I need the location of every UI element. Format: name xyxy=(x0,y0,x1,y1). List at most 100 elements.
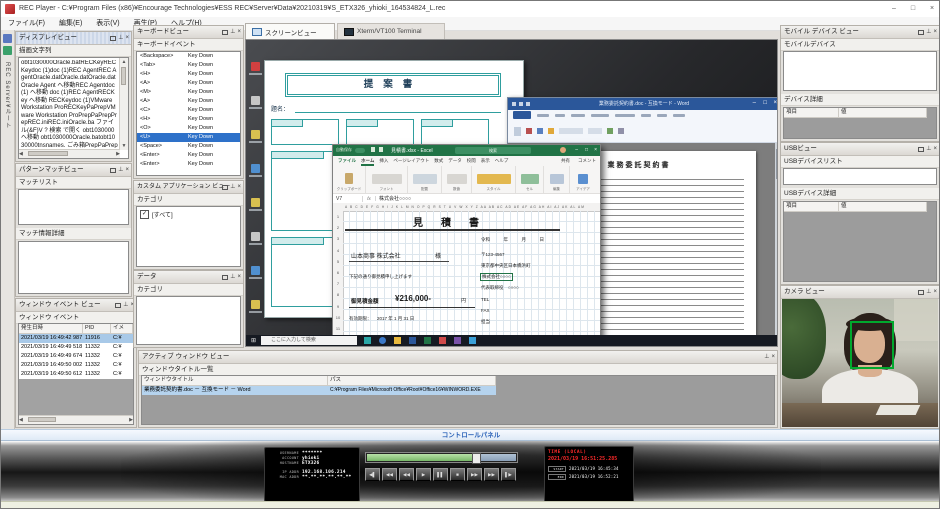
styles-icon[interactable] xyxy=(548,128,554,134)
task-view-icon[interactable] xyxy=(364,337,371,344)
tab-file[interactable]: ファイル xyxy=(338,156,356,166)
ribbon-tab[interactable] xyxy=(555,114,565,117)
highlight-icon[interactable] xyxy=(537,128,543,134)
pin-icon[interactable]: ⊥ xyxy=(926,145,931,154)
seek-bar[interactable] xyxy=(365,452,518,463)
list-item[interactable]: <Backspace>Key Down xyxy=(137,52,240,61)
desktop-icon[interactable] xyxy=(251,198,260,207)
menu-view[interactable]: 表示(V) xyxy=(89,17,126,30)
list-item[interactable]: <H>Key Down xyxy=(137,115,240,124)
table-row[interactable]: 2021/03/19 16:49:50 612 11332 C:¥ xyxy=(19,370,133,379)
menu-file[interactable]: ファイル(F) xyxy=(1,17,52,30)
ribbon-tab[interactable] xyxy=(537,114,549,117)
active-window-header[interactable]: アクティブ ウィンドウ ビュー ⊥ × xyxy=(139,351,777,364)
rewind-x4-button[interactable]: ◀◀x4 xyxy=(382,468,397,481)
list-item[interactable]: <A>Key Down xyxy=(137,97,240,106)
tab-formulas[interactable]: 数式 xyxy=(434,156,443,166)
col-header-path[interactable]: パス xyxy=(328,376,496,386)
float-icon[interactable] xyxy=(222,275,228,280)
play-button[interactable]: ▶ xyxy=(416,468,431,481)
autosave-label[interactable]: 自動保存 xyxy=(336,147,352,153)
ribbon-tab[interactable] xyxy=(571,114,585,117)
comments-button[interactable]: コメント xyxy=(578,156,596,166)
maximize-icon[interactable]: □ xyxy=(585,147,588,153)
display-view-header[interactable]: ディスプレイビュー ⊥ × xyxy=(16,32,131,45)
list-item-selected[interactable]: <U>Key Down xyxy=(137,133,240,142)
formula-input[interactable]: 株式会社○○○○ xyxy=(376,195,411,202)
col-header-pid[interactable]: PID xyxy=(83,324,111,334)
float-icon[interactable] xyxy=(222,30,228,35)
close-icon[interactable]: × xyxy=(125,166,129,175)
ribbon-tab[interactable] xyxy=(591,114,609,117)
share-button[interactable]: 共有 xyxy=(561,156,570,166)
forward-x4-button[interactable]: ▶▶x4 xyxy=(484,468,499,481)
close-icon[interactable]: × xyxy=(923,1,940,16)
pin-icon[interactable]: ⊥ xyxy=(926,28,931,37)
fx-icon[interactable]: fx xyxy=(363,196,376,201)
scroll-thumb[interactable] xyxy=(28,417,56,422)
list-item[interactable]: <O>Key Down xyxy=(137,124,240,133)
seek-handle[interactable] xyxy=(472,453,481,464)
forward-x2-button[interactable]: ▶▶x2 xyxy=(467,468,482,481)
word-taskbar-icon[interactable] xyxy=(409,337,416,344)
ribbon-tab[interactable] xyxy=(673,114,685,117)
word-titlebar[interactable]: 業務委託契約書.doc - 互換モード - Word – □ × xyxy=(508,98,778,110)
float-icon[interactable] xyxy=(918,147,924,152)
col-header-value[interactable]: 値 xyxy=(839,108,927,118)
table-row[interactable]: 2021/03/19 16:49:50 002 11332 C:¥ xyxy=(19,361,133,370)
autosave-toggle[interactable] xyxy=(355,148,365,153)
desktop-icon[interactable] xyxy=(251,232,260,241)
close-icon[interactable]: × xyxy=(933,288,937,297)
col-header-image[interactable]: イメ xyxy=(111,324,133,334)
file-tab[interactable] xyxy=(513,111,531,119)
search-input[interactable]: 検索 xyxy=(455,147,531,154)
excel-window[interactable]: 自動保存 見積書.xlsx - Excel 検索 – □ × ファイル ホーム … xyxy=(332,144,601,343)
table-row[interactable]: 2021/03/19 16:49:49 518 11332 C:¥ xyxy=(19,343,133,352)
step-forward-button[interactable]: ▌▶ xyxy=(501,468,516,481)
float-icon[interactable] xyxy=(222,185,228,190)
camera-view-header[interactable]: カメラ ビュー ⊥ × xyxy=(781,286,939,299)
list-item[interactable]: <Space>Key Down xyxy=(137,142,240,151)
size-box[interactable] xyxy=(588,128,602,134)
excel-taskbar-icon[interactable] xyxy=(424,337,431,344)
word-scrollbar[interactable] xyxy=(775,143,778,347)
pin-icon[interactable]: ⊥ xyxy=(926,288,931,297)
close-icon[interactable]: × xyxy=(125,34,129,43)
pin-icon[interactable]: ⊥ xyxy=(230,273,235,282)
match-detail-box[interactable] xyxy=(18,241,129,294)
desktop-icon[interactable] xyxy=(251,130,260,139)
save-icon[interactable] xyxy=(371,147,375,152)
scroll-right-icon[interactable]: ▶ xyxy=(129,416,133,424)
close-icon[interactable]: × xyxy=(237,28,241,37)
tab-page-layout[interactable]: ページレイアウト xyxy=(393,156,429,166)
excel-sheet[interactable]: A B C D E F G H I J K L M N O P Q R S T … xyxy=(333,203,600,342)
scroll-thumb[interactable] xyxy=(121,67,126,85)
undo-icon[interactable] xyxy=(379,147,383,152)
list-item[interactable]: <C>Key Down xyxy=(137,106,240,115)
list-item[interactable]: <A>Key Down xyxy=(137,79,240,88)
tab-help[interactable]: ヘルプ xyxy=(495,156,509,166)
list-item[interactable]: <Enter>Key Down xyxy=(137,151,240,160)
mobile-device-list[interactable] xyxy=(783,51,937,91)
pin-icon[interactable]: ⊥ xyxy=(123,301,128,310)
window-event-header[interactable]: ウィンドウ イベント ビュー ⊥ × xyxy=(16,299,136,312)
float-icon[interactable] xyxy=(110,168,116,173)
excel-titlebar[interactable]: 自動保存 見積書.xlsx - Excel 検索 – □ × xyxy=(333,145,600,156)
ribbon-tab[interactable] xyxy=(641,114,651,117)
float-icon[interactable] xyxy=(918,30,924,35)
list-item[interactable]: <H>Key Down xyxy=(137,70,240,79)
explorer-icon[interactable] xyxy=(394,337,401,344)
tab-home[interactable]: ホーム xyxy=(361,156,374,166)
pattern-match-header[interactable]: パターンマッチビュー ⊥ × xyxy=(16,164,131,177)
data-view-header[interactable]: データ ⊥ × xyxy=(134,271,243,284)
col-header-window-title[interactable]: ウィンドウタイトル xyxy=(142,376,328,386)
app-taskbar-icon[interactable] xyxy=(439,337,446,344)
scroll-right-icon[interactable]: ▶ xyxy=(116,150,120,158)
data-category-box[interactable] xyxy=(136,296,241,345)
scroll-left-icon[interactable]: ◀ xyxy=(19,150,23,158)
col-header-item[interactable]: 項目 xyxy=(784,108,839,118)
pin-icon[interactable]: ⊥ xyxy=(764,353,769,362)
maximize-icon[interactable]: □ xyxy=(904,1,922,16)
ribbon-tab[interactable] xyxy=(615,114,635,117)
scroll-down-icon[interactable]: ▼ xyxy=(120,142,128,150)
